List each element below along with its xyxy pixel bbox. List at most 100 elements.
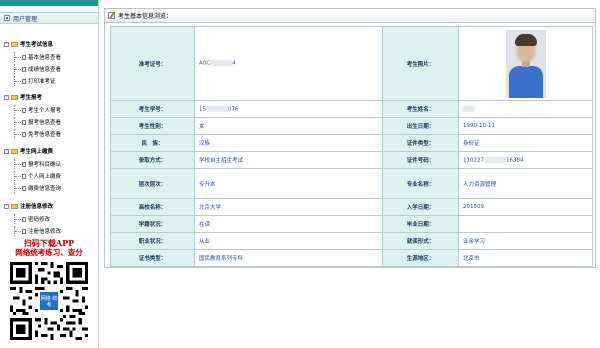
school-label: 高校名称：	[110, 198, 195, 216]
page-icon	[22, 216, 26, 222]
region-label: 生源地区：	[382, 249, 459, 267]
collapse-icon[interactable]: -	[4, 41, 9, 47]
sidebar: 用户管理 - 考生考试信息 基本信息查看 成绩信息查看 打印准考证 - 考生报考	[0, 0, 98, 348]
id-type-value: 身份证	[458, 134, 593, 152]
tree-item-exemption-info[interactable]: 免考信息查看	[0, 129, 61, 139]
entry-date-label: 入学日期：	[382, 198, 459, 216]
major-label: 专业名称：	[382, 168, 459, 199]
page-icon	[22, 66, 26, 72]
enroll-mode-label: 录取方式：	[110, 151, 195, 169]
panel-header: 考生基本信息浏览：	[105, 9, 595, 23]
sidebar-divider	[98, 0, 99, 348]
tree-item-print-ticket[interactable]: 打印准考证	[0, 76, 56, 86]
tree-group-account[interactable]: - 注册信息修改	[0, 201, 53, 211]
tree-group-registration[interactable]: - 考生报考	[0, 92, 42, 102]
tree-item-basic-info[interactable]: 基本信息查看	[0, 52, 61, 62]
collapse-icon[interactable]: -	[4, 148, 9, 154]
folder-icon	[11, 94, 18, 100]
page-icon	[22, 131, 26, 137]
collapse-icon[interactable]: -	[4, 94, 9, 100]
tree-item-online-payment[interactable]: 个人网上缴费	[0, 171, 61, 181]
study-mode-label: 就读形式：	[382, 232, 459, 250]
student-info-table: 准考证号： A0C 4 考生照片： 考生学号： 15 076 考生姓名： 考生性别：…	[110, 26, 593, 267]
folder-icon	[11, 148, 18, 154]
tree-item-payment-query[interactable]: 缴费信息查询	[0, 183, 61, 193]
ticket-no-value: A0C 4	[194, 26, 383, 101]
ethnicity-label: 民 族：	[110, 134, 195, 152]
study-mode-value: 业余学习	[458, 232, 593, 250]
table-row: 高校名称： 北京大学 入学日期： 201509	[110, 198, 593, 216]
folder-icon	[11, 41, 18, 47]
gender-label: 考生性别：	[110, 117, 195, 135]
status-label: 学籍状况：	[110, 215, 195, 233]
birth-date-label: 出生日期：	[382, 117, 459, 135]
masked-text	[210, 60, 233, 67]
sidebar-title: 用户管理	[13, 15, 38, 23]
tree-item-change-password[interactable]: 密码修改	[0, 214, 50, 224]
masked-text	[206, 105, 228, 112]
page-icon	[22, 228, 26, 234]
table-row: 录取方式： 学校自主招生考试 证件号码： 110227 16384	[110, 151, 593, 169]
ethnicity-value: 汉族	[194, 134, 383, 152]
sidebar-top-bar	[0, 0, 98, 6]
enroll-mode-value: 学校自主招生考试	[194, 151, 383, 169]
name-label: 考生姓名：	[382, 100, 459, 118]
panel-title: 考生基本信息浏览：	[118, 13, 173, 20]
student-no-label: 考生学号：	[110, 100, 195, 118]
masked-text	[484, 156, 506, 163]
page-icon	[22, 54, 26, 60]
table-row: 职业状况： 从业 就读形式： 业余学习	[110, 232, 593, 250]
tree-item-personal-registration[interactable]: 考生个人报考	[0, 105, 61, 115]
birth-date-value: 1990-10-11	[458, 117, 593, 135]
tree-item-scores[interactable]: 成绩信息查看	[0, 64, 61, 74]
tree-item-edit-registration[interactable]: 注册信息修改	[0, 226, 61, 236]
major-value: 人力资源管理	[458, 168, 593, 199]
page-icon	[22, 185, 26, 191]
id-no-value: 110227 16384	[458, 151, 593, 169]
tree-item-subject-confirm[interactable]: 报考科目确认	[0, 159, 61, 169]
table-row: 考生学号： 15 076 考生姓名：	[110, 100, 593, 118]
table-row: 准考证号： A0C 4 考生照片：	[110, 26, 593, 101]
grad-date-value	[458, 215, 593, 233]
photo-label: 考生照片：	[382, 26, 459, 101]
student-info-panel: 考生基本信息浏览： 准考证号： A0C 4 考生照片： 考生学号： 15 076 考…	[104, 8, 596, 268]
folder-icon	[11, 203, 18, 209]
name-value	[458, 100, 593, 118]
tree-group-exam-info[interactable]: - 考生考试信息	[0, 39, 53, 49]
page-icon	[22, 78, 26, 84]
page-icon	[22, 161, 26, 167]
table-row: 证书类型： 国民教育系列专科 生源地区： 北京市	[110, 249, 593, 267]
level-value: 专升本	[194, 168, 383, 199]
tree-item-registration-info[interactable]: 报考信息查看	[0, 117, 61, 127]
page-icon	[22, 173, 26, 179]
region-value: 北京市	[458, 249, 593, 267]
page-icon	[22, 119, 26, 125]
collapse-icon[interactable]: -	[4, 203, 9, 209]
table-row: 学籍状况： 在读 毕业日期：	[110, 215, 593, 233]
grad-date-label: 毕业日期：	[382, 215, 459, 233]
masked-text	[463, 105, 475, 112]
sidebar-header: 用户管理	[0, 12, 98, 24]
cert-type-value: 国民教育系列专科	[194, 249, 383, 267]
table-row: 考生性别： 女 出生日期： 1990-10-11	[110, 117, 593, 135]
ticket-no-label: 准考证号：	[110, 26, 195, 101]
app-logo-icon: 网络 统考	[39, 291, 59, 311]
id-type-label: 证件类型：	[382, 134, 459, 152]
id-no-label: 证件号码：	[382, 151, 459, 169]
user-management-icon	[4, 15, 10, 21]
qr-code[interactable]: 网络 统考	[9, 262, 89, 340]
edit-icon	[108, 12, 115, 19]
level-label: 层次层次：	[110, 168, 195, 199]
table-row: 民 族： 汉族 证件类型： 身份证	[110, 134, 593, 152]
promo-line-2: 网络统考练习、查分	[15, 248, 83, 257]
tree-group-payment[interactable]: - 考生网上缴费	[0, 146, 53, 156]
student-no-value: 15 076	[194, 100, 383, 118]
job-value: 从业	[194, 232, 383, 250]
job-label: 职业状况：	[110, 232, 195, 250]
status-value: 在读	[194, 215, 383, 233]
student-photo	[505, 29, 546, 98]
app-download-promo: 扫码下载APP 网络统考练习、查分 网络 统考	[6, 238, 92, 340]
table-row: 层次层次： 专升本 专业名称： 人力资源管理	[110, 168, 593, 199]
promo-line-1: 扫码下载APP	[23, 238, 75, 248]
entry-date-value: 201509	[458, 198, 593, 216]
